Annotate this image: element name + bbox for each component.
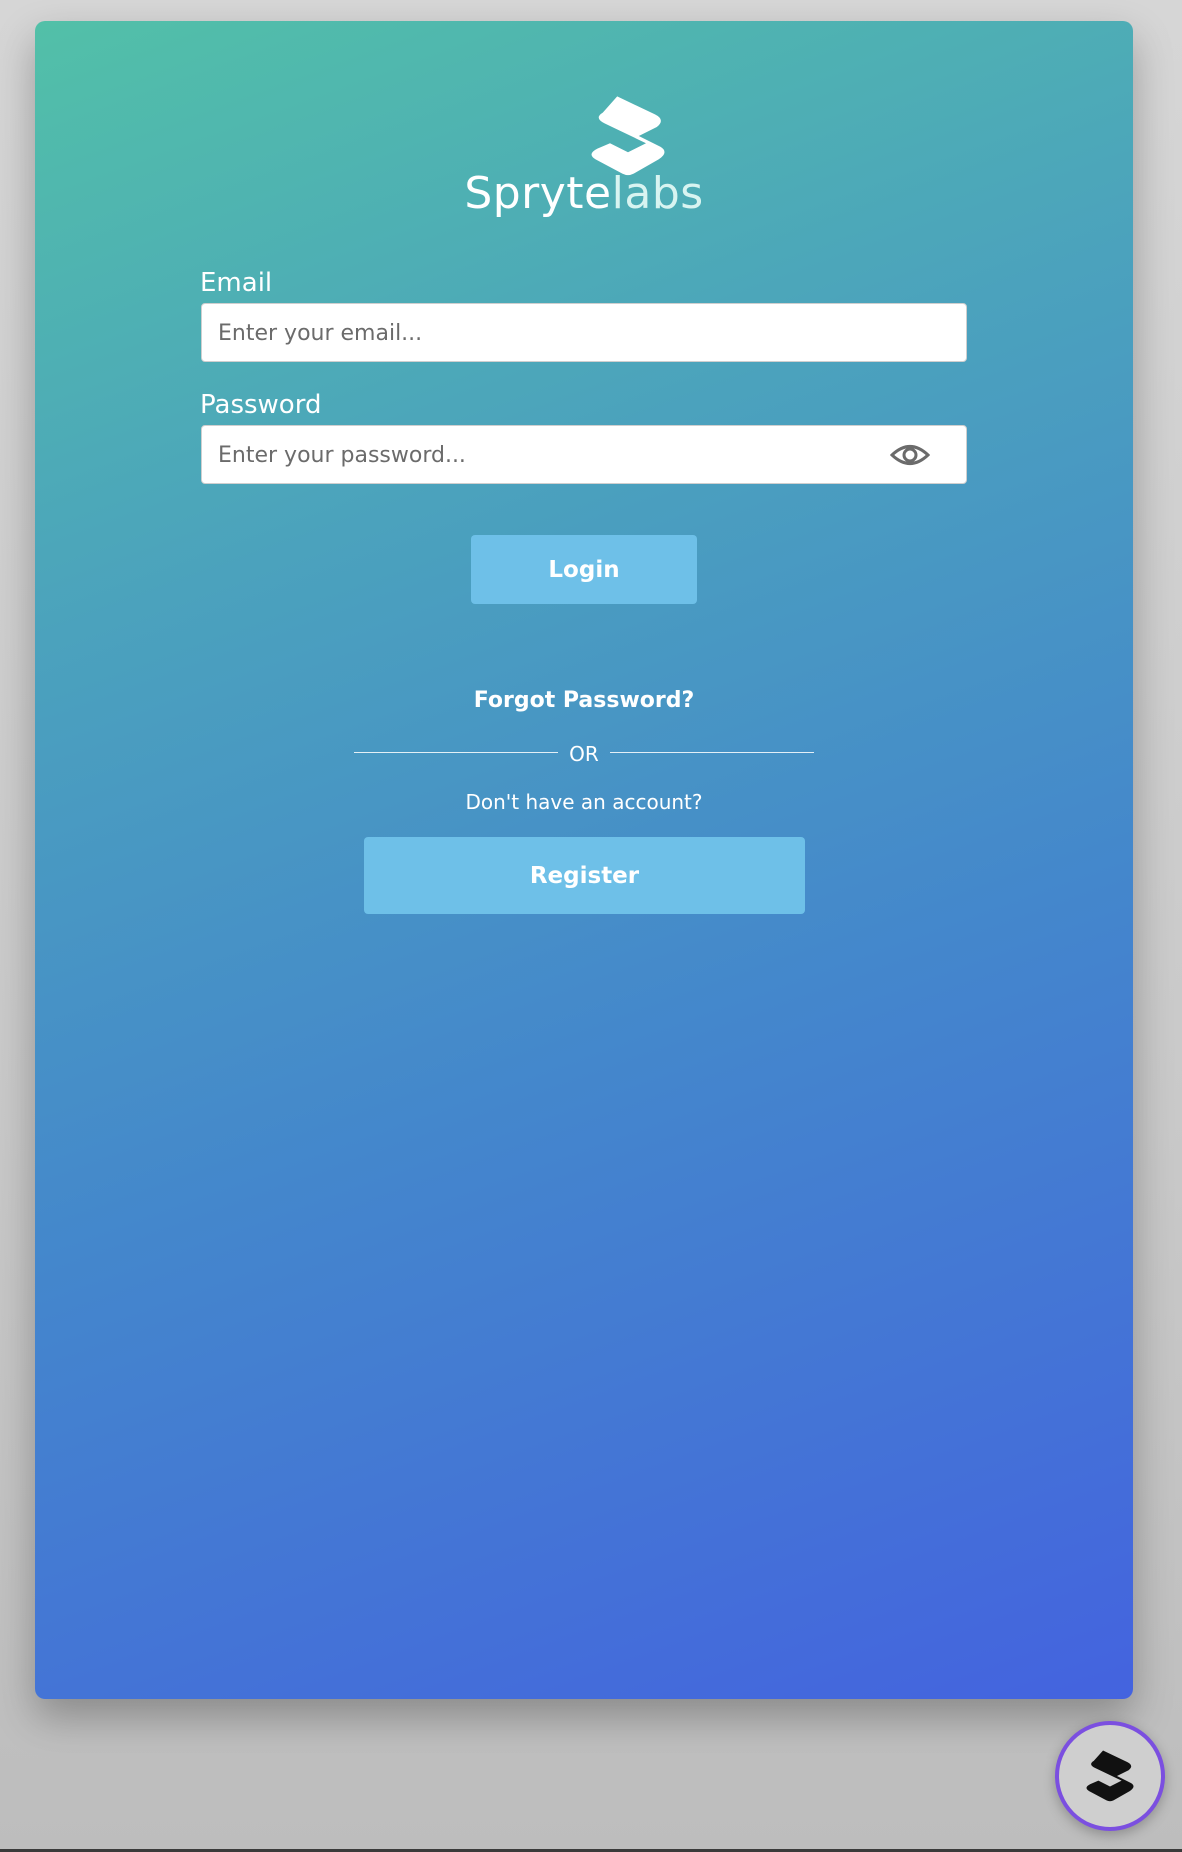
password-input[interactable]	[216, 426, 860, 485]
login-button[interactable]: Login	[471, 535, 697, 604]
s-logo-icon	[1086, 1750, 1134, 1802]
floating-logo-button[interactable]	[1055, 1721, 1165, 1831]
no-account-text: Don't have an account?	[465, 790, 703, 814]
forgot-password-link[interactable]: Forgot Password?	[0, 688, 1168, 713]
or-separator: OR	[569, 742, 599, 766]
register-button[interactable]: Register	[364, 837, 805, 914]
brand-name-light: labs	[611, 168, 704, 219]
brand-name-bold: Spryte	[464, 168, 612, 219]
brand-name: Sprytelabs	[0, 168, 1168, 220]
password-label: Password	[200, 390, 322, 420]
eye-icon[interactable]	[890, 442, 930, 468]
password-field-container	[201, 425, 967, 485]
email-label: Email	[200, 268, 273, 298]
email-input[interactable]	[216, 304, 860, 363]
email-field-container	[201, 303, 967, 363]
divider-right	[610, 752, 814, 753]
